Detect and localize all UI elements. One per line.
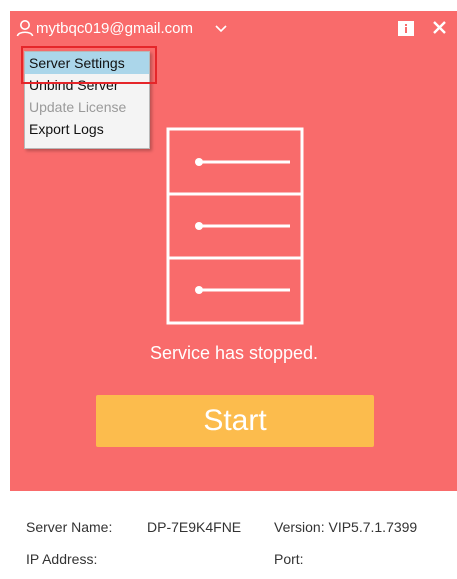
menu-item-update-license: Update License bbox=[29, 99, 127, 115]
server-illustration bbox=[166, 127, 304, 325]
server-info-footer: Server Name: DP-7E9K4FNE Version: VIP5.7… bbox=[10, 491, 457, 579]
info-icon[interactable] bbox=[398, 21, 414, 36]
server-name-value: DP-7E9K4FNE bbox=[147, 519, 242, 535]
account-email[interactable]: mytbqc019@gmail.com bbox=[36, 20, 193, 37]
start-button[interactable]: Start bbox=[96, 395, 374, 447]
version-text: Version: VIP5.7.1.7399 bbox=[274, 519, 418, 535]
close-icon[interactable] bbox=[433, 21, 446, 34]
main-panel: mytbqc019@gmail.com Service has stopped.… bbox=[10, 11, 457, 491]
service-status: Service has stopped. bbox=[149, 343, 319, 363]
annotation-highlight bbox=[21, 46, 157, 84]
port-label: Port: bbox=[274, 551, 304, 567]
ip-address-label: IP Address: bbox=[26, 551, 98, 567]
header-bar: mytbqc019@gmail.com bbox=[10, 11, 457, 49]
user-icon bbox=[16, 20, 34, 37]
app-window: mytbqc019@gmail.com Service has stopped.… bbox=[10, 11, 457, 579]
chevron-down-icon[interactable] bbox=[215, 25, 227, 33]
menu-item-export-logs[interactable]: Export Logs bbox=[25, 118, 149, 140]
server-name-label: Server Name: bbox=[26, 519, 113, 535]
